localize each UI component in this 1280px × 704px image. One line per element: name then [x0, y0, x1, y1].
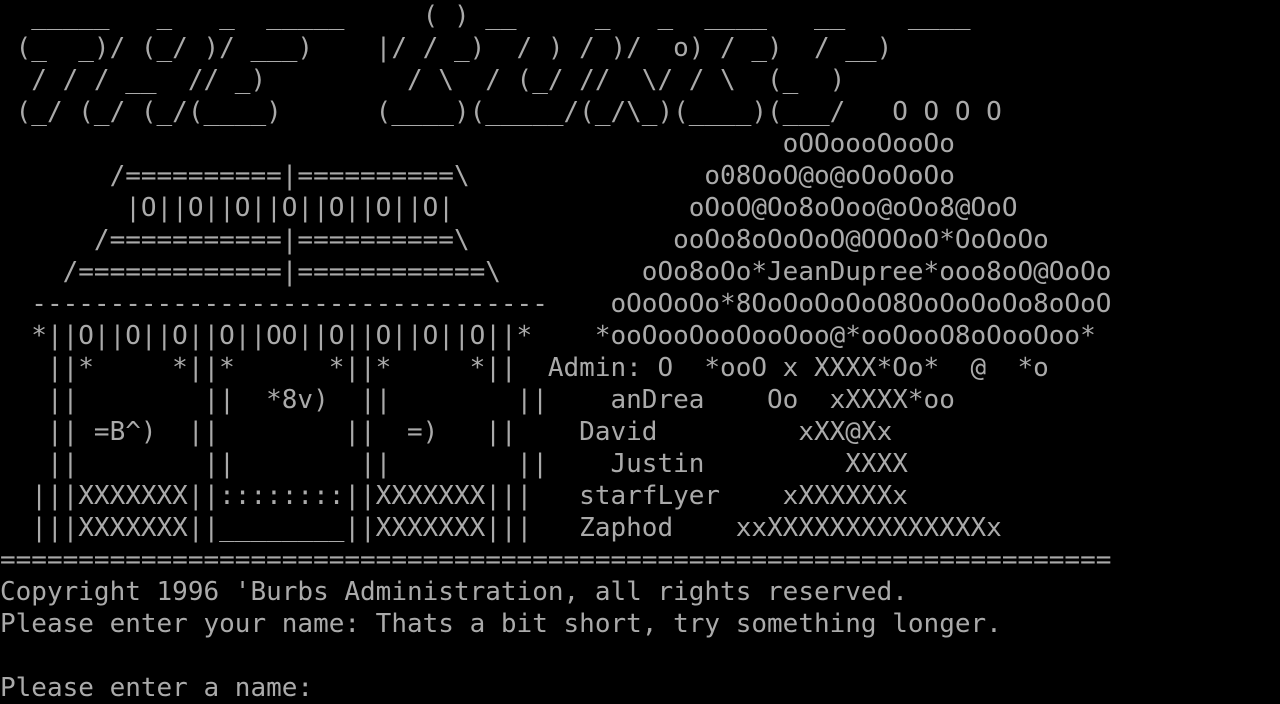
terminal-screen[interactable]: _____ _ _ _____ ( ) __ _ _ ____ __ ____ … — [0, 0, 1280, 704]
name-input-cursor[interactable] — [329, 676, 345, 702]
user-list-line: || =B^) || || =) || David xXX@Xx — [0, 417, 893, 447]
ascii-banner-line: (_ _)/ (_/ )/ ___) |/ / _) / ) / )/ o) /… — [0, 33, 893, 63]
ascii-art-line: --------------------------------- oOoOoO… — [0, 289, 1112, 319]
name-prompt-line[interactable]: Please enter a name: — [0, 672, 345, 704]
ascii-art-line: /==========|==========\ o08OoO@o@oOoOoOo — [0, 161, 955, 191]
ascii-art-line: oOOoooOooOo — [0, 129, 955, 159]
ascii-art-line: /=============|============\ oOo8oOo*Jea… — [0, 257, 1112, 287]
user-list-line: |||XXXXXXX||________||XXXXXXX||| Zaphod … — [0, 513, 1002, 543]
ascii-art-line: |O||O||O||O||O||O||O| oOoO@Oo8oOoo@oOo8@… — [0, 193, 1018, 223]
user-list-line: |||XXXXXXX||::::::::||XXXXXXX||| starfLy… — [0, 481, 908, 511]
copyright-line: Copyright 1996 'Burbs Administration, al… — [0, 577, 908, 607]
ascii-banner-line: (_/ (_/ (_/(____) (____)(_____/(_/\_)(__… — [0, 97, 1002, 127]
ascii-banner-line: _____ _ _ _____ ( ) __ _ _ ____ __ ____ — [0, 1, 971, 31]
user-list-line: || || || || Justin XXXX — [0, 449, 908, 479]
ascii-banner-line: / / / __ // _) / \ / (_/ // \/ / \ (_ ) — [0, 65, 846, 95]
separator-line: ========================================… — [0, 545, 1112, 575]
user-list-line: || || *8v) || || anDrea Oo xXXXX*oo — [0, 385, 955, 415]
ascii-art-line: /===========|==========\ ooOo8oOoOoO@OOO… — [0, 225, 1049, 255]
error-message-line: Please enter your name: Thats a bit shor… — [0, 609, 1002, 639]
name-prompt-label: Please enter a name: — [0, 673, 329, 703]
ascii-art-line: *||O||O||O||O||OO||O||O||O||O||* *ooOooO… — [0, 321, 1096, 351]
user-list-line: ||* *||* *||* *|| Admin: O *ooO x XXXX*O… — [0, 353, 1049, 383]
